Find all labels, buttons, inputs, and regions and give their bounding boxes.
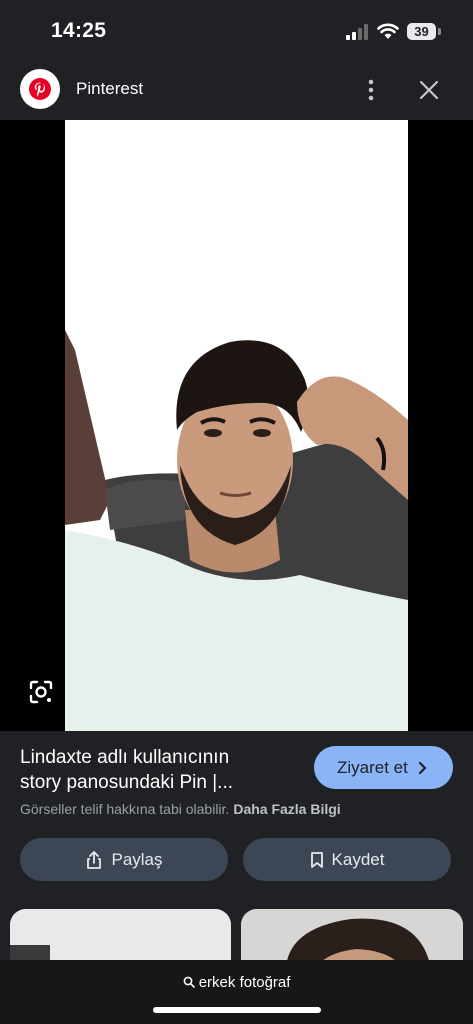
- save-button-label: Kaydet: [331, 849, 385, 869]
- copyright-notice: Görseller telif hakkına tabi olabilir. Da…: [20, 801, 341, 817]
- learn-more-link[interactable]: Daha Fazla Bilgi: [233, 801, 340, 817]
- pin-title-line-2: story panosundaki Pin |...: [20, 772, 233, 793]
- close-icon[interactable]: [414, 75, 444, 105]
- main-photo[interactable]: [65, 120, 408, 731]
- status-time: 14:25: [51, 19, 107, 42]
- bottom-search-bar[interactable]: erkek fotoğraf: [0, 960, 473, 1024]
- share-icon: [87, 850, 102, 869]
- bookmark-icon: [310, 851, 323, 868]
- copyright-text: Görseller telif hakkına tabi olabilir.: [20, 801, 230, 817]
- pinterest-logo-icon: [20, 69, 60, 109]
- battery-icon: 39: [407, 23, 441, 40]
- app-header: Pinterest: [0, 62, 473, 120]
- cellular-signal-icon: [346, 24, 368, 40]
- pin-title-line-1: Lindaxte adlı kullanıcının: [20, 747, 230, 768]
- chevron-right-icon: [418, 761, 427, 775]
- home-indicator: [153, 1007, 321, 1013]
- image-preview[interactable]: [0, 120, 473, 731]
- share-button-label: Paylaş: [111, 849, 163, 869]
- visit-button-label: Ziyaret et: [337, 758, 408, 777]
- share-button[interactable]: Paylaş: [20, 838, 228, 881]
- battery-level: 39: [407, 23, 436, 40]
- search-icon: [183, 976, 195, 988]
- wifi-icon: [377, 23, 399, 39]
- pin-title[interactable]: Lindaxte adlı kullanıcının story panosun…: [20, 745, 300, 795]
- search-query-pill[interactable]: erkek fotoğraf: [0, 974, 473, 991]
- google-lens-icon[interactable]: [25, 676, 57, 708]
- portrait-illustration: [65, 120, 408, 731]
- visit-button[interactable]: Ziyaret et: [314, 746, 453, 789]
- more-vert-icon[interactable]: [356, 75, 386, 105]
- search-query-text: erkek fotoğraf: [198, 974, 291, 991]
- status-bar: 14:25 39: [0, 0, 473, 62]
- header-title: Pinterest: [76, 79, 144, 98]
- save-button[interactable]: Kaydet: [243, 838, 451, 881]
